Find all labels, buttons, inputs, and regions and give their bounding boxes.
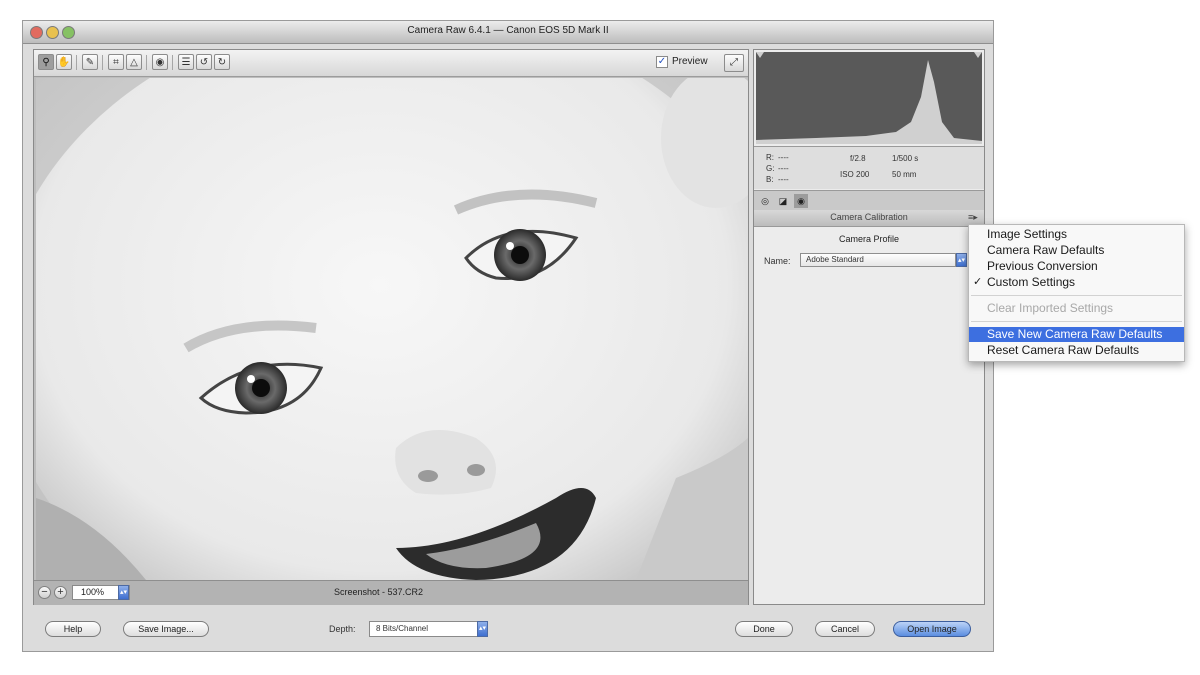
depth-label: Depth: [329, 624, 356, 634]
depth-select[interactable]: 8 Bits/Channel [369, 621, 487, 637]
aperture-value: f/2.8 [850, 154, 866, 163]
section-header: Camera Calibration ≡▸ [754, 210, 984, 227]
toolbar-divider [76, 55, 77, 70]
preferences-icon[interactable]: ☰ [178, 54, 194, 70]
histogram-graph [756, 52, 982, 144]
shutter-value: 1/500 s [892, 154, 919, 163]
toolbar-divider [102, 55, 103, 70]
menu-separator [971, 295, 1182, 296]
menu-item-image-settings[interactable]: Image Settings [969, 227, 1184, 242]
r-value: ---- [778, 153, 789, 162]
save-image-button[interactable]: Save Image... [123, 621, 209, 637]
menu-item-clear-imported-settings: Clear Imported Settings [969, 301, 1184, 316]
camera-raw-window: Camera Raw 6.4.1 — Canon EOS 5D Mark II … [22, 20, 994, 652]
hand-icon[interactable]: ✋ [56, 54, 72, 70]
zoom-stepper-icon[interactable]: ▴▾ [118, 585, 129, 600]
r-label: R: [766, 153, 774, 162]
window-title: Camera Raw 6.4.1 — Canon EOS 5D Mark II [407, 25, 609, 36]
b-label: B: [766, 175, 774, 184]
camera-profile-heading: Camera Profile [838, 234, 900, 244]
crop-icon[interactable]: ⌗ [108, 54, 124, 70]
zoom-in-button[interactable]: + [54, 586, 67, 599]
g-value: ---- [778, 164, 789, 173]
section-title: Camera Calibration [830, 212, 908, 222]
rotate-right-icon[interactable]: ↻ [214, 54, 230, 70]
adjustment-panel: R: ---- G: ---- B: ---- f/2.8 1/500 s IS… [753, 49, 985, 605]
exif-info: R: ---- G: ---- B: ---- f/2.8 1/500 s IS… [754, 146, 984, 189]
focal-length-value: 50 mm [892, 170, 917, 179]
menu-item-custom-settings[interactable]: ✓ Custom Settings [969, 275, 1184, 290]
toolbar-divider [172, 55, 173, 70]
menu-item-label: Camera Raw Defaults [987, 243, 1105, 257]
open-image-button[interactable]: Open Image [893, 621, 971, 637]
menu-item-reset-camera-raw-defaults[interactable]: Reset Camera Raw Defaults [969, 343, 1184, 358]
checkmark-icon: ✓ [973, 276, 983, 288]
photo-preview [36, 78, 748, 580]
toolbar: ⚲ ✋ ✎ ⌗ △ ◉ ☰ ↺ ↻ ✓ Preview ⤢ [34, 50, 748, 77]
profile-name-select[interactable]: Adobe Standard [800, 253, 956, 267]
menu-item-label: Previous Conversion [987, 259, 1098, 273]
panel-menu-icon[interactable]: ≡▸ [968, 212, 978, 223]
menu-item-label: Reset Camera Raw Defaults [987, 343, 1140, 357]
preview-label: Preview [672, 56, 708, 67]
histogram [756, 52, 982, 144]
camera-calibration-tab-icon[interactable]: ◉ [794, 194, 808, 208]
menu-item-camera-raw-defaults[interactable]: Camera Raw Defaults [969, 243, 1184, 258]
status-bar: − + 100% ▴▾ Screenshot - 537.CR2 [34, 580, 748, 605]
fullscreen-icon[interactable]: ⤢ [724, 54, 744, 72]
menu-item-label: Image Settings [987, 227, 1068, 241]
done-button[interactable]: Done [735, 621, 793, 637]
presets-tab-icon[interactable]: ◪ [776, 194, 790, 208]
panel-tabs: ◎ ◪ ◉ [754, 190, 984, 212]
b-value: ---- [778, 175, 789, 184]
menu-item-label: Clear Imported Settings [987, 301, 1114, 315]
title-bar: Camera Raw 6.4.1 — Canon EOS 5D Mark II [23, 21, 993, 44]
zoom-icon[interactable]: ⚲ [38, 54, 54, 70]
menu-separator [971, 321, 1182, 322]
camera-raw-settings-menu: Image Settings Camera Raw Defaults Previ… [968, 224, 1185, 362]
image-preview-area: ⚲ ✋ ✎ ⌗ △ ◉ ☰ ↺ ↻ ✓ Preview ⤢ − + 100% ▴… [33, 49, 749, 605]
zoom-out-button[interactable]: − [38, 586, 51, 599]
straighten-icon[interactable]: △ [126, 54, 142, 70]
baby-photo [36, 78, 748, 580]
profile-name-label: Name: [764, 256, 791, 266]
preview-checkbox[interactable]: ✓ [656, 56, 668, 68]
menu-item-label: Save New Camera Raw Defaults [987, 327, 1163, 341]
help-button[interactable]: Help [45, 621, 101, 637]
menu-item-save-new-camera-raw-defaults[interactable]: Save New Camera Raw Defaults [969, 327, 1184, 342]
depth-stepper-icon[interactable]: ▴▾ [477, 621, 488, 637]
rotate-left-icon[interactable]: ↺ [196, 54, 212, 70]
filename-label: Screenshot - 537.CR2 [334, 587, 424, 597]
redeye-icon[interactable]: ◉ [152, 54, 168, 70]
iso-value: ISO 200 [840, 170, 870, 179]
eyedropper-icon[interactable]: ✎ [82, 54, 98, 70]
cancel-button[interactable]: Cancel [815, 621, 875, 637]
menu-item-previous-conversion[interactable]: Previous Conversion [969, 259, 1184, 274]
g-label: G: [766, 164, 775, 173]
basic-tab-icon[interactable]: ◎ [758, 194, 772, 208]
profile-select-stepper-icon[interactable]: ▴▾ [956, 253, 967, 267]
toolbar-divider [146, 55, 147, 70]
menu-item-label: Custom Settings [987, 275, 1076, 289]
